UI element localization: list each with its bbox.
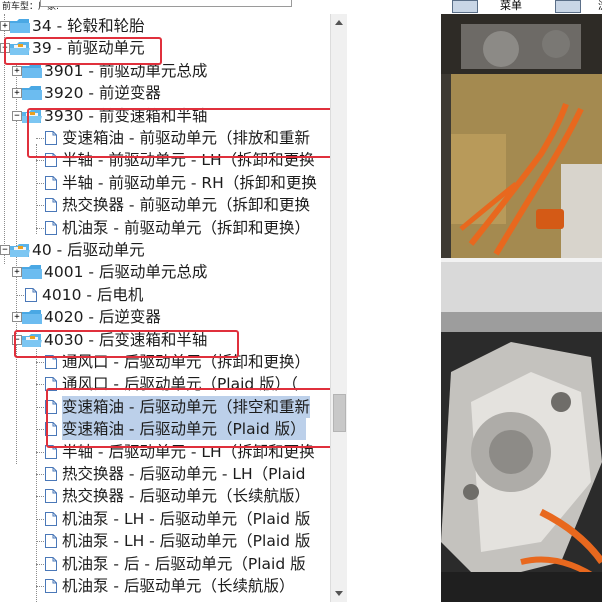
- tree-guide-line: [36, 518, 44, 520]
- tree-item-label: 热交换器 - 后驱动单元（长续航版）: [62, 487, 310, 506]
- tree-guide-line: [36, 496, 44, 498]
- document-icon: [44, 578, 58, 600]
- model-select[interactable]: [40, 0, 292, 7]
- tree-item-label: 34 - 轮毂和轮胎: [32, 17, 145, 35]
- tree-item[interactable]: 热交换器 - 前驱动单元（拆卸和更换: [0, 194, 330, 216]
- tree-item-label: 3920 - 前逆变器: [44, 84, 161, 103]
- scroll-down-button[interactable]: [331, 585, 347, 602]
- tree-item-label: 机油泵 - LH - 后驱动单元（Plaid 版: [62, 532, 311, 551]
- tree-item-label: 4010 - 后电机: [42, 285, 144, 304]
- highlight-box-4030: [14, 330, 239, 358]
- tree-guide-line: [36, 541, 44, 543]
- tree-scrollbar[interactable]: [330, 14, 347, 602]
- tree-guide-line: [36, 474, 44, 475]
- tree-guide-line: [36, 563, 44, 565]
- toolbar-label-2[interactable]: 浏: [598, 0, 602, 12]
- toolbar-menu-label[interactable]: 菜单: [500, 0, 522, 12]
- tree-item-label: 4020 - 后逆变器: [44, 308, 161, 327]
- tree-item-label: 热交换器 - 前驱动单元（拆卸和更换: [62, 196, 310, 215]
- tree-item-label: 机油泵 - LH - 后驱动单元（Plaid 版: [62, 509, 311, 528]
- scroll-up-button[interactable]: [331, 14, 347, 31]
- tree-item[interactable]: −40 - 后驱动单元: [0, 239, 330, 261]
- tree-item[interactable]: +4001 - 后驱动单元总成: [0, 261, 330, 283]
- arrow-down-icon: [335, 591, 343, 596]
- toolbar-button-icon[interactable]: [452, 0, 478, 13]
- highlight-box-39: [4, 37, 162, 65]
- tree-item[interactable]: +34 - 轮毂和轮胎: [0, 15, 330, 37]
- tree-item[interactable]: 热交换器 - 后驱动单元 - LH（Plaid: [0, 463, 330, 485]
- tree-item-label: 热交换器 - 后驱动单元 - LH（Plaid: [62, 465, 306, 483]
- tree-guide-line: [36, 160, 44, 162]
- tree-item[interactable]: 机油泵 - 前驱动单元（拆卸和更换）: [0, 217, 330, 239]
- highlight-box-3930: [27, 108, 330, 158]
- tree-item[interactable]: +3920 - 前逆变器: [0, 82, 330, 104]
- rear-drive-unit-photo: [441, 262, 602, 602]
- tree-guide-line: [36, 205, 44, 207]
- tree-item[interactable]: 机油泵 - LH - 后驱动单元（Plaid 版: [0, 530, 330, 552]
- content-blank-area: [347, 0, 441, 602]
- tree-item[interactable]: +4020 - 后逆变器: [0, 306, 330, 328]
- tree-guide-line: [36, 227, 44, 229]
- tree-item-label: 半轴 - 前驱动单元 - RH（拆卸和更换: [62, 173, 317, 192]
- tree-guide-line: [36, 182, 44, 184]
- tree-item-label: 机油泵 - 前驱动单元（拆卸和更换）: [62, 218, 310, 237]
- tree-item-label: 4001 - 后驱动单元总成: [44, 263, 208, 282]
- tree-guide-line: [36, 586, 44, 587]
- tree-item[interactable]: 机油泵 - 后 - 后驱动单元（Plaid 版: [0, 553, 330, 575]
- front-drive-unit-photo: [441, 14, 602, 258]
- document-tree[interactable]: +34 - 轮毂和轮胎 −39 - 前驱动单元 +3901 - 前驱动单元总成 +39…: [0, 14, 330, 602]
- scrollbar-thumb[interactable]: [333, 394, 346, 432]
- tree-guide-line: [36, 429, 44, 431]
- tree-item-label: 40 - 后驱动单元: [32, 241, 145, 259]
- tree-item[interactable]: 热交换器 - 后驱动单元（长续航版）: [0, 485, 330, 507]
- tree-item-label: 机油泵 - 后 - 后驱动单元（Plaid 版: [62, 554, 306, 573]
- tree-item[interactable]: 4010 - 后电机: [0, 284, 330, 306]
- highlight-box-rear-oil: [46, 388, 330, 448]
- tree-item[interactable]: 半轴 - 前驱动单元 - RH（拆卸和更换: [0, 172, 330, 194]
- tree-guide-line: [16, 294, 24, 296]
- tree-item[interactable]: 机油泵 - 后驱动单元（长续航版）: [0, 575, 330, 597]
- arrow-up-icon: [335, 20, 343, 25]
- tree-guide-line: [36, 451, 44, 453]
- tree-guide-line: [36, 384, 44, 386]
- tree-guide-line: [36, 362, 44, 363]
- tree-item[interactable]: 机油泵 - LH - 后驱动单元（Plaid 版: [0, 508, 330, 530]
- toolbar-button-icon-2[interactable]: [555, 0, 581, 13]
- tree-guide-line: [36, 406, 44, 408]
- tree-item-label: 机油泵 - 后驱动单元（长续航版）: [62, 577, 295, 595]
